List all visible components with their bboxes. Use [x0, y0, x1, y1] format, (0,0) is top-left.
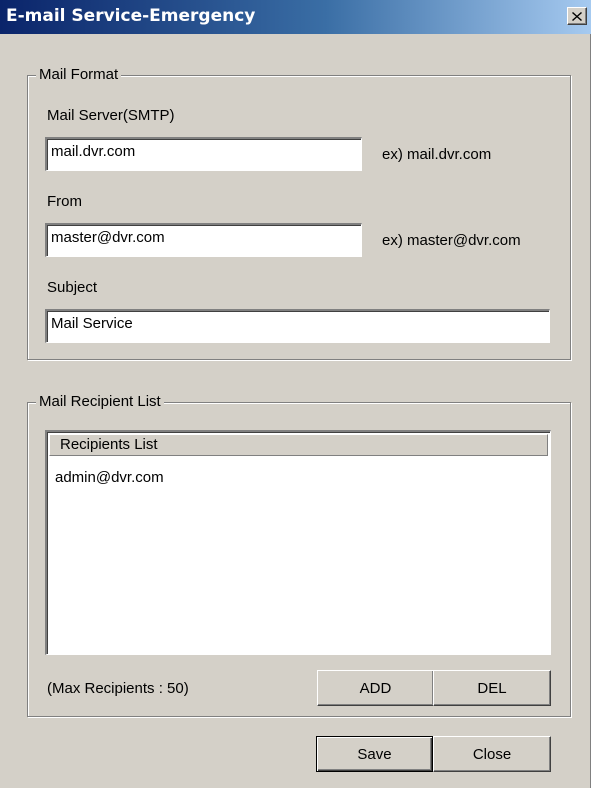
window-title: E-mail Service-Emergency [6, 6, 256, 26]
mail-recipient-legend: Mail Recipient List [36, 393, 164, 411]
from-example: ex) master@dvr.com [382, 232, 521, 249]
recipients-listbox[interactable]: Recipients List admin@dvr.com [45, 430, 551, 655]
close-button[interactable]: Close [433, 736, 551, 772]
from-label: From [47, 193, 82, 210]
mail-server-label: Mail Server(SMTP) [47, 107, 175, 124]
subject-input[interactable]: Mail Service [45, 309, 550, 343]
from-input[interactable]: master@dvr.com [45, 223, 362, 257]
mail-server-example: ex) mail.dvr.com [382, 146, 492, 163]
mail-server-input[interactable]: mail.dvr.com [45, 137, 362, 171]
save-button[interactable]: Save [316, 736, 433, 772]
subject-label: Subject [47, 279, 98, 296]
mail-format-legend: Mail Format [36, 66, 122, 84]
max-recipients-label: (Max Recipients : 50) [47, 680, 189, 697]
email-service-dialog: E-mail Service-Emergency Mail Format Mai… [0, 0, 591, 788]
recipients-column-header[interactable]: Recipients List [49, 434, 548, 456]
del-button[interactable]: DEL [433, 670, 551, 706]
title-bar[interactable]: E-mail Service-Emergency [0, 0, 591, 34]
list-item[interactable]: admin@dvr.com [55, 469, 164, 487]
close-icon [572, 11, 582, 21]
close-window-button[interactable] [567, 7, 587, 25]
add-button[interactable]: ADD [317, 670, 434, 706]
